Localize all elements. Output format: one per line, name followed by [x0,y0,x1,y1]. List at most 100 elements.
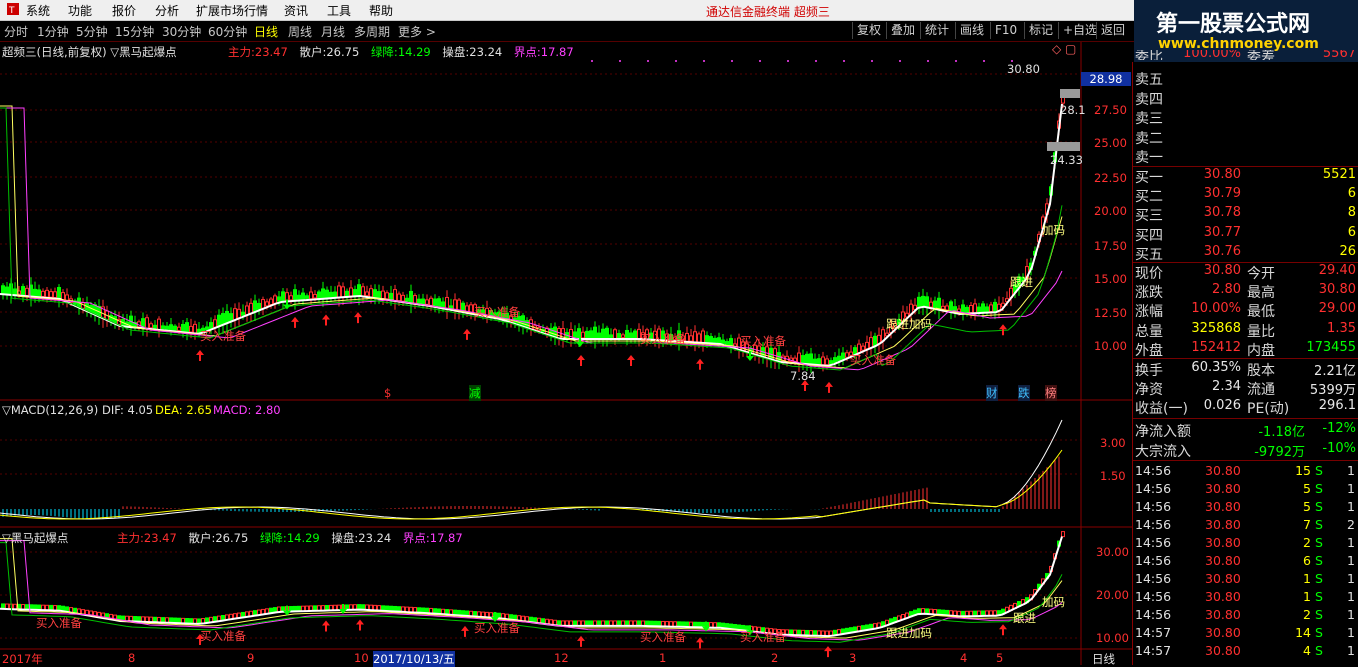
sell-row[interactable]: 卖四 [1133,88,1358,108]
add-watchlist-button[interactable]: +自选 [1058,22,1101,39]
draw-line-button[interactable]: 画线 [955,22,988,39]
buy-arrow [825,381,833,393]
candle-body [149,323,153,329]
menu-help[interactable]: 帮助 [369,2,393,19]
menu-tools[interactable]: 工具 [327,2,351,19]
stat-value: 325868 [1191,320,1241,336]
candle-body [301,292,305,300]
menu-info[interactable]: 资讯 [284,2,308,19]
signal-dot [591,60,593,62]
tick-price: 30.80 [1205,535,1241,550]
sell-row[interactable]: 卖二 [1133,127,1358,147]
sub-y-tick: 30.00 [1096,545,1129,559]
sell-row[interactable]: 卖一 [1133,146,1358,166]
tick-row[interactable]: 14:56 30.80 15 S 1 [1133,462,1358,480]
candle-body [797,352,801,364]
tick-row[interactable]: 14:56 30.80 1 S 1 [1133,588,1358,606]
stat-row: 总量 325868 量比 1.35 [1133,320,1358,340]
menu-extended-market[interactable]: 扩展市场行情 [196,2,268,19]
tick-row[interactable]: 14:56 30.80 7 S 2 [1133,516,1358,534]
candle-body [725,341,729,346]
ind-trade-value: 23.24 [469,45,503,59]
candle-body [345,290,349,297]
period-more[interactable]: 更多 > [398,23,436,40]
signal-dot [815,60,817,62]
tick-row[interactable]: 14:56 30.80 1 S 1 [1133,570,1358,588]
buy-arrow [463,328,471,340]
candle-body [813,358,817,365]
event-mark[interactable]: 减 [469,385,481,401]
chart-canvas[interactable] [0,42,1134,665]
candle-body [165,325,169,330]
y-tick: 25.00 [1094,136,1127,150]
back-button[interactable]: 返回 [1096,22,1129,39]
candle-body [937,297,941,311]
ind-main-label: 主力: [228,45,255,59]
menu-function[interactable]: 功能 [68,2,92,19]
statistics-button[interactable]: 统计 [920,22,953,39]
period-5min[interactable]: 5分钟 [76,23,108,40]
stat-value: 29.00 [1318,301,1356,317]
tick-row[interactable]: 14:56 30.80 5 S 1 [1133,480,1358,498]
event-mark[interactable]: $ [384,386,391,400]
chart-option-icons[interactable]: ◇ ▢ [1052,42,1076,56]
stat-value: 173455 [1306,339,1356,355]
buy-row[interactable]: 买四 30.77 6 [1133,224,1358,244]
tick-row[interactable]: 14:56 30.80 2 S 1 [1133,606,1358,624]
stat-label: 最高 [1247,285,1275,302]
menu-analysis[interactable]: 分析 [155,2,179,19]
buy-price: 30.78 [1203,205,1241,221]
period-weekly[interactable]: 周线 [288,23,312,40]
tick-volume: 1 [1303,571,1311,586]
buy-row[interactable]: 买一 30.80 5521 [1133,166,1358,186]
period-15min[interactable]: 15分钟 [115,23,154,40]
macd-y-tick: 3.00 [1100,436,1126,450]
tick-row[interactable]: 14:57 30.80 4 S 1 [1133,642,1358,660]
period-intraday[interactable]: 分时 [4,23,28,40]
event-mark[interactable]: 跌 [1018,385,1030,401]
signal-label: 买入准备 [200,329,246,343]
event-mark[interactable]: 财 [986,385,998,401]
candle-body [805,353,809,365]
candle-body [597,332,601,339]
stat-value: 0.026 [1203,398,1241,414]
menu-quote[interactable]: 报价 [112,2,136,19]
high-annotation: 30.80 [1007,62,1040,76]
period-monthly[interactable]: 月线 [321,23,345,40]
overlay-button[interactable]: 叠加 [886,22,919,39]
tick-count: 1 [1347,481,1355,496]
menu-system[interactable]: 系统 [26,2,50,19]
tick-time: 14:56 [1135,499,1172,514]
tick-row[interactable]: 14:56 30.80 2 S 1 [1133,534,1358,552]
sub-signal-label: 买入准备 [740,630,786,644]
chart-area[interactable]: 超频三(日线,前复权) ▽黑马起爆点 主力:23.47 散户:26.75 绿降:… [0,42,1134,667]
candle-body [861,345,865,351]
sell-row[interactable]: 卖五 [1133,68,1358,88]
f10-button[interactable]: F10 [990,22,1021,39]
candle-body [265,301,269,307]
period-multi[interactable]: 多周期 [354,23,390,40]
signal-label: 买入准备 [850,353,896,367]
period-1min[interactable]: 1分钟 [37,23,69,40]
candle-body [633,330,637,339]
sell-row[interactable]: 卖三 [1133,107,1358,127]
x-label: 10 [354,651,369,665]
tick-time: 14:56 [1135,571,1172,586]
ind-retail-label: 散户: [299,45,327,59]
candle-body [181,323,185,332]
period-daily[interactable]: 日线 [254,23,278,40]
event-mark[interactable]: 榜 [1045,385,1057,401]
buy-row[interactable]: 买五 30.76 26 [1133,243,1358,263]
buy-row[interactable]: 买二 30.79 6 [1133,185,1358,205]
app-icon[interactable]: T [6,2,20,19]
restore-rights-button[interactable]: 复权 [852,22,885,39]
tick-row[interactable]: 14:56 30.80 5 S 1 [1133,498,1358,516]
tick-row[interactable]: 14:57 30.80 14 S 1 [1133,624,1358,642]
period-60min[interactable]: 60分钟 [208,23,247,40]
tick-row[interactable]: 14:56 30.80 6 S 1 [1133,552,1358,570]
y-tick: 15.00 [1094,272,1127,286]
mark-button[interactable]: 标记 [1024,22,1057,39]
stat-label: 今开 [1247,266,1275,282]
period-30min[interactable]: 30分钟 [162,23,201,40]
buy-row[interactable]: 买三 30.78 8 [1133,204,1358,224]
